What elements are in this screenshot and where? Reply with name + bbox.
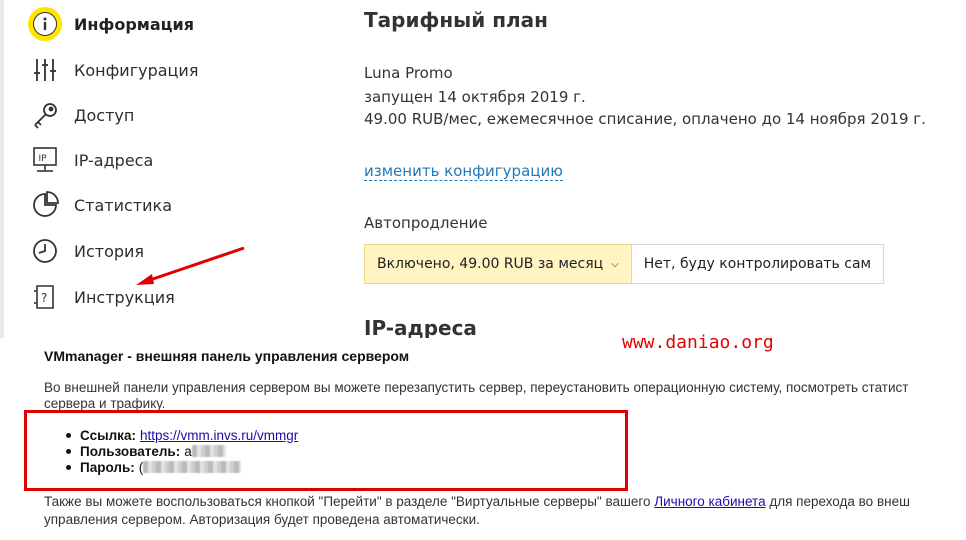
- annotation-arrow: [136, 246, 245, 285]
- pie-chart-icon: [28, 188, 62, 222]
- list-item: Ссылка: https://vmm.invs.ru/vmmgr: [66, 427, 298, 443]
- plan-price: 49.00 RUB/мес, ежемесячное списание, опл…: [364, 110, 926, 128]
- list-item: Пароль: (: [66, 459, 298, 475]
- user-value: a: [184, 443, 192, 459]
- sidebar-item-label: Информация: [74, 14, 194, 34]
- ip-section-heading: IP-адреса: [364, 316, 477, 338]
- autorenew-on-option[interactable]: Включено, 49.00 RUB за месяц ⌵: [364, 244, 632, 284]
- autorenew-off-option[interactable]: Нет, буду контролировать сам: [631, 244, 885, 284]
- sliders-icon: [28, 53, 62, 87]
- svg-text:IP: IP: [39, 154, 48, 164]
- sidebar-item-access[interactable]: Доступ: [20, 95, 134, 135]
- vmmanager-url-link[interactable]: https://vmm.invs.ru/vmmgr: [140, 428, 298, 443]
- sidebar-item-label: Инструкция: [74, 287, 175, 307]
- personal-account-link[interactable]: Личного кабинета: [654, 494, 765, 509]
- key-icon: [28, 98, 62, 132]
- sidebar-item-label: Доступ: [74, 105, 135, 125]
- credentials-list: Ссылка: https://vmm.invs.ru/vmmgr Пользо…: [66, 427, 298, 475]
- autorenew-label: Автопродление: [364, 214, 488, 232]
- sidebar-item-info[interactable]: Информация: [20, 4, 194, 44]
- sidebar-item-label: IP-адреса: [74, 150, 154, 170]
- email-text: Также вы можете воспользоваться кнопкой …: [44, 494, 651, 509]
- page-title: Тарифный план: [364, 8, 548, 32]
- watermark: www.daniao.org: [622, 332, 774, 353]
- info-icon: [28, 7, 62, 41]
- link-label: Ссылка:: [80, 427, 136, 443]
- email-text: для перехода во внеш: [769, 494, 910, 509]
- help-doc-icon: ?: [28, 280, 62, 314]
- email-excerpt: VMmanager - внешняя панель управления се…: [0, 338, 966, 540]
- plan-start-date: запущен 14 октября 2019 г.: [364, 88, 586, 106]
- server-panel: Информация Конфигурация Доступ IP IP-адр…: [0, 0, 966, 338]
- autorenew-toggle: Включено, 49.00 RUB за месяц ⌵ Нет, буду…: [364, 244, 885, 284]
- change-configuration-link[interactable]: изменить конфигурацию: [364, 162, 563, 181]
- autorenew-on-label: Включено, 49.00 RUB за месяц: [377, 256, 604, 272]
- sidebar-item-configuration[interactable]: Конфигурация: [20, 50, 198, 90]
- redacted-password: [143, 461, 242, 473]
- user-label: Пользователь:: [80, 443, 181, 459]
- email-paragraph-line: Также вы можете воспользоваться кнопкой …: [44, 494, 910, 509]
- password-label: Пароль:: [80, 459, 135, 475]
- autorenew-off-label: Нет, буду контролировать сам: [643, 256, 872, 272]
- sidebar-item-label: Конфигурация: [74, 60, 199, 80]
- email-paragraph-line: управления сервером. Авторизация будет п…: [44, 512, 480, 527]
- sidebar-item-ip[interactable]: IP IP-адреса: [20, 140, 153, 180]
- chevron-down-icon: ⌵: [611, 258, 619, 270]
- sidebar-item-label: Статистика: [74, 195, 172, 215]
- sidebar-item-statistics[interactable]: Статистика: [20, 185, 172, 225]
- svg-text:?: ?: [41, 291, 47, 305]
- plan-name: Luna Promo: [364, 64, 453, 82]
- redacted-username: [191, 445, 226, 457]
- ip-monitor-icon: IP: [28, 143, 62, 177]
- email-paragraph-line: сервера и трафику.: [44, 396, 166, 411]
- clock-icon: [28, 234, 62, 268]
- sidebar-item-history[interactable]: История: [20, 231, 144, 271]
- email-paragraph-line: Во внешней панели управления сервером вы…: [44, 380, 909, 395]
- list-item: Пользователь: a: [66, 443, 298, 459]
- email-title: VMmanager - внешняя панель управления се…: [44, 348, 410, 364]
